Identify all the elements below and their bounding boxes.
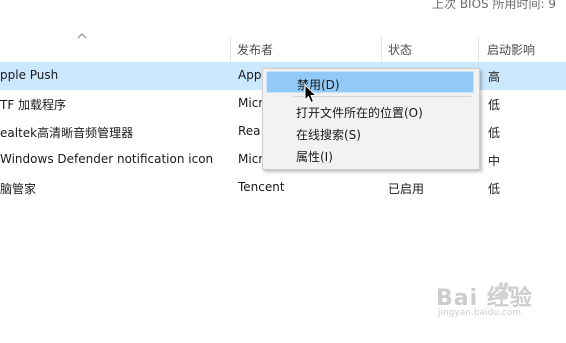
menu-item-open-file-location[interactable]: 打开文件所在的位置(O) bbox=[266, 100, 474, 122]
column-separator[interactable] bbox=[230, 36, 231, 62]
column-header-startup-impact[interactable]: 启动影响 bbox=[487, 41, 535, 58]
paw-icon bbox=[492, 280, 514, 302]
row-impact: 低 bbox=[488, 182, 501, 196]
menu-item-disable[interactable]: 禁用(D) bbox=[266, 71, 474, 93]
row-name: pple Push bbox=[0, 68, 59, 82]
menu-item-label: 在线搜索(S) bbox=[296, 128, 361, 142]
column-header-publisher[interactable]: 发布者 bbox=[237, 41, 273, 58]
bios-time-label: 上次 BIOS 所用时间: 9 bbox=[432, 0, 556, 11]
menu-item-label: 打开文件所在的位置(O) bbox=[296, 106, 423, 120]
watermark-url: jingyan.baidu.com bbox=[438, 308, 522, 318]
row-name: Windows Defender notification icon bbox=[0, 152, 214, 166]
column-separator[interactable] bbox=[478, 36, 479, 62]
menu-item-label: 属性(I) bbox=[296, 150, 333, 164]
row-impact: 中 bbox=[488, 154, 501, 168]
column-header-status[interactable]: 状态 bbox=[388, 41, 412, 58]
row-publisher: Micr bbox=[238, 96, 264, 110]
row-impact: 低 bbox=[488, 126, 501, 140]
row-impact: 高 bbox=[488, 70, 501, 84]
row-name: 脑管家 bbox=[0, 182, 37, 196]
menu-item-search-online[interactable]: 在线搜索(S) bbox=[266, 122, 474, 144]
row-status: 已启用 bbox=[388, 182, 425, 196]
mouse-pointer-icon bbox=[304, 83, 318, 104]
menu-item-properties[interactable]: 属性(I) bbox=[266, 144, 474, 166]
row-publisher: Tencent bbox=[238, 180, 285, 194]
row-impact: 低 bbox=[488, 98, 501, 112]
table-header bbox=[0, 38, 566, 60]
baidu-jingyan-watermark: Bai 经验 jingyan.baidu.com bbox=[436, 272, 556, 328]
row-name: ealtek高清晰音频管理器 bbox=[0, 126, 134, 140]
row-name: TF 加载程序 bbox=[0, 98, 67, 112]
row-publisher: Micr bbox=[238, 152, 264, 166]
context-menu: 禁用(D) 打开文件所在的位置(O) 在线搜索(S) 属性(I) bbox=[262, 68, 480, 170]
menu-separator bbox=[293, 96, 471, 97]
chevron-up-icon[interactable] bbox=[77, 32, 87, 40]
table-row[interactable]: 脑管家 Tencent 已启用 低 bbox=[0, 174, 566, 202]
row-publisher: Rea bbox=[238, 124, 261, 138]
row-publisher: App bbox=[238, 68, 262, 82]
column-separator[interactable] bbox=[381, 36, 382, 62]
